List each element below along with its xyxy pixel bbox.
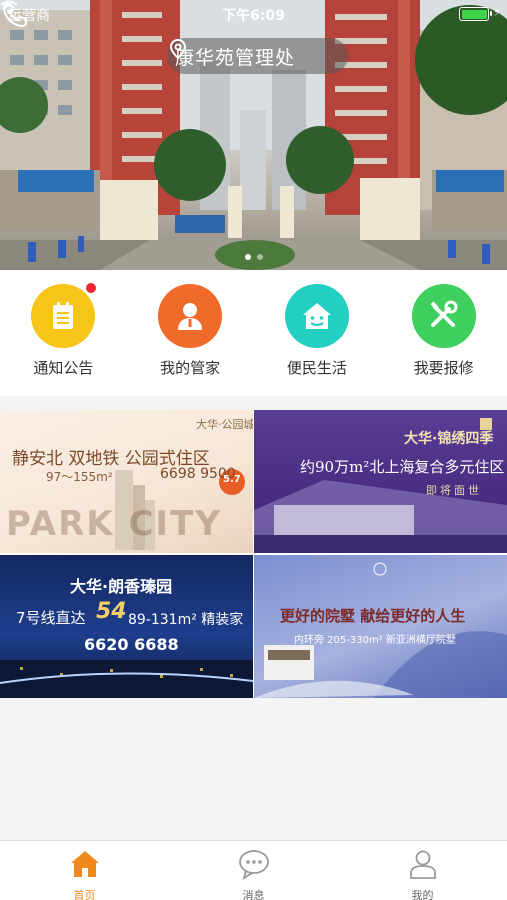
butler-icon (158, 284, 223, 348)
home-icon (70, 851, 99, 877)
ad-brand: 大华·朗香瑧园 (70, 577, 173, 596)
quick-item-label: 通知公告 (33, 359, 94, 377)
ad-langxiang-zhenyuan[interactable]: 大华·朗香瑧园 7号线直达 54 89-131m² 精装家 6620 6688 (0, 555, 253, 698)
ad-brand: 大华·锦绣四季 (404, 431, 494, 447)
ad-banner: PARK CITY (6, 504, 222, 544)
carousel-indicator (0, 254, 507, 260)
ad-headline: 更好的院墅 献给更好的人生 (280, 607, 466, 625)
tab-home[interactable]: 首页 (0, 841, 169, 900)
ad-grid: 大华·公园城市 静安北 双地铁 公园式住区 97～155m² 6698 9500… (0, 410, 507, 698)
battery-icon (459, 7, 492, 21)
ad-subtitle: 内环旁 205-330m² 新亚洲横厅院墅 (294, 635, 456, 646)
quick-item-label: 我要报修 (413, 359, 474, 377)
ad-size: 89-131m² 精装家 (128, 612, 244, 628)
ad-prefix: 7号线直达 (16, 609, 86, 627)
tab-label: 首页 (73, 889, 96, 900)
quick-item-butler[interactable]: 我的管家 (127, 270, 254, 396)
hero-banner[interactable]: 运营商 下午6:09 ⚡ 康华苑管理处 (0, 0, 507, 270)
ad-brand: 大华·公园城市 (196, 418, 253, 431)
location-selector[interactable]: 康华苑管理处 (167, 38, 348, 74)
location-pin-icon (169, 38, 187, 60)
quick-item-label: 便民生活 (286, 359, 347, 377)
clock: 下午6:09 (222, 8, 285, 24)
ad-big-number: 54 (96, 599, 127, 624)
ad-badge: 5.7 (223, 474, 241, 485)
ad-park-city[interactable]: 大华·公园城市 静安北 双地铁 公园式住区 97～155m² 6698 9500… (0, 410, 253, 553)
quick-item-life[interactable]: 便民生活 (254, 270, 381, 396)
quick-item-label: 我的管家 (160, 359, 221, 377)
status-bar: 运营商 下午6:09 ⚡ (0, 0, 507, 28)
quick-item-repair[interactable]: 我要报修 (380, 270, 507, 396)
phone-icon[interactable] (0, 0, 30, 30)
location-name: 康华苑管理处 (175, 46, 296, 69)
unread-badge (86, 283, 97, 293)
profile-icon (409, 850, 436, 879)
ad-area: 97～155m² (46, 470, 113, 484)
ad-phone: 6620 6688 (84, 635, 179, 654)
carousel-dot[interactable] (244, 254, 251, 260)
tab-label: 我的 (411, 889, 434, 900)
notice-icon (31, 283, 97, 348)
home-face-icon (284, 284, 349, 348)
tab-label: 消息 (242, 889, 265, 900)
tab-profile[interactable]: 我的 (338, 841, 507, 900)
tools-icon (411, 284, 476, 348)
ad-jinxiu-siji[interactable]: 大华·锦绣四季 约90万m²北上海复合多元住区 即将面世 (254, 410, 507, 553)
quick-menu: 通知公告 我的管家 便民生活 我要报修 (0, 270, 507, 396)
quick-item-notice[interactable]: 通知公告 (0, 270, 127, 396)
screen: 运营商 下午6:09 ⚡ 康华苑管理处 通知公告 我的管家 便民生活 我要报修 … (0, 0, 507, 900)
ad-headline: 约90万m²北上海复合多元住区 (300, 458, 505, 476)
carousel-dot[interactable] (256, 254, 263, 260)
message-icon (238, 850, 269, 881)
charging-icon: ⚡ (493, 6, 501, 19)
tab-messages[interactable]: 消息 (169, 841, 338, 900)
ad-tagline: 即将面世 (426, 484, 482, 497)
ad-villa-art (254, 562, 507, 698)
ad-better-villa[interactable]: 更好的院墅 献给更好的人生 内环旁 205-330m² 新亚洲横厅院墅 (254, 555, 507, 698)
tab-bar: 首页 消息 我的 (0, 840, 507, 900)
